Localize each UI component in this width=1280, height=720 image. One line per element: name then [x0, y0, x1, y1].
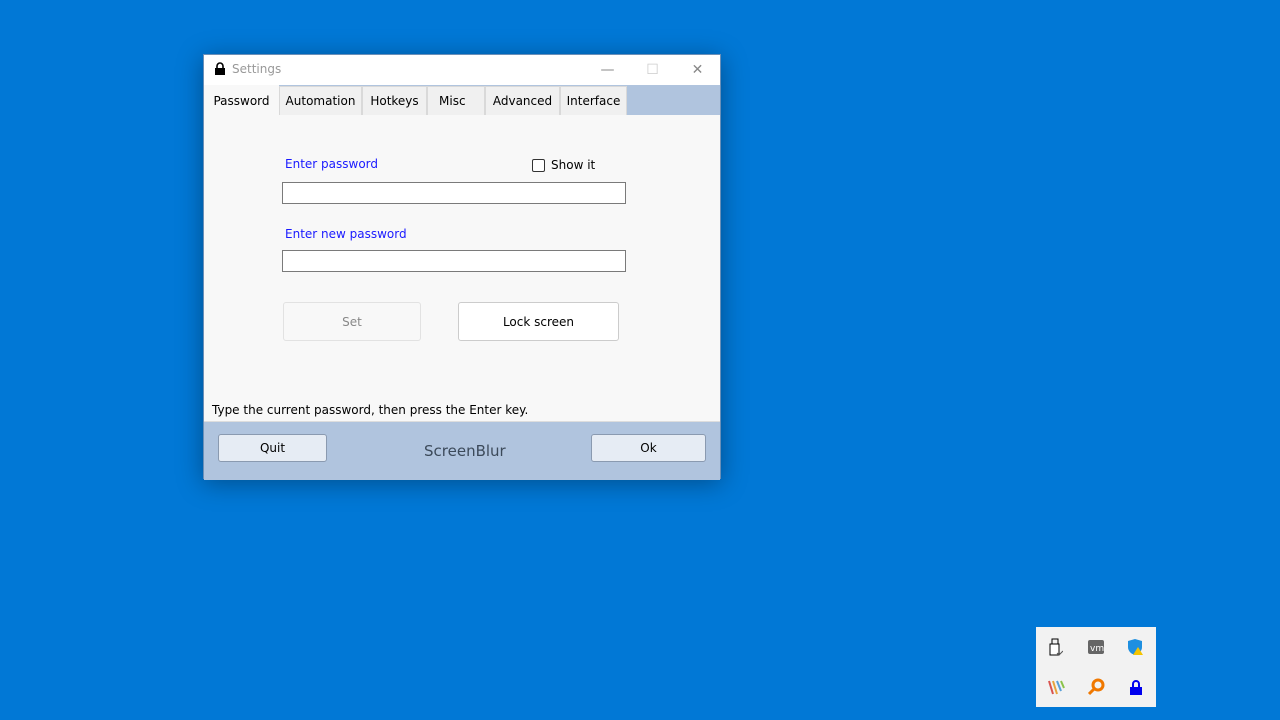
- minimize-button[interactable]: —: [585, 55, 630, 85]
- show-it-checkbox[interactable]: Show it: [532, 158, 595, 172]
- brand-label: ScreenBlur: [424, 442, 506, 460]
- checkbox-box[interactable]: [532, 158, 545, 172]
- show-it-label: Show it: [551, 158, 596, 172]
- tab-strip: Password Automation Hotkeys Misc Advance…: [204, 85, 720, 116]
- lock-icon: [215, 62, 225, 75]
- new-password-label: Enter new password: [285, 227, 407, 241]
- usb-drive-icon[interactable]: [1046, 637, 1066, 657]
- system-tray-overflow: vm: [1036, 627, 1156, 707]
- ok-button[interactable]: Ok: [591, 434, 706, 462]
- tab-misc[interactable]: Misc: [427, 86, 485, 115]
- colorful-stripes-icon[interactable]: [1046, 677, 1066, 697]
- defender-warning-icon[interactable]: [1126, 637, 1146, 657]
- password-input[interactable]: [282, 182, 626, 204]
- tab-interface[interactable]: Interface: [560, 86, 627, 115]
- tab-hotkeys[interactable]: Hotkeys: [362, 86, 427, 115]
- title-bar[interactable]: Settings — ☐ ✕: [204, 55, 720, 85]
- quit-button[interactable]: Quit: [218, 434, 327, 462]
- new-password-input[interactable]: [282, 250, 626, 272]
- tab-password[interactable]: Password: [204, 85, 279, 116]
- maximize-button[interactable]: ☐: [630, 55, 675, 85]
- close-button[interactable]: ✕: [675, 55, 720, 85]
- footer-bar: Quit ScreenBlur Ok: [204, 421, 720, 480]
- window-title: Settings: [232, 62, 282, 76]
- vmware-icon[interactable]: vm: [1086, 637, 1106, 657]
- tab-advanced[interactable]: Advanced: [485, 86, 560, 115]
- lock-screen-button[interactable]: Lock screen: [458, 302, 619, 341]
- lock-icon[interactable]: [1126, 677, 1146, 697]
- tab-automation[interactable]: Automation: [279, 86, 362, 115]
- enter-password-label: Enter password: [285, 157, 378, 171]
- set-button[interactable]: Set: [283, 302, 421, 341]
- hint-text: Type the current password, then press th…: [212, 403, 529, 417]
- search-key-icon[interactable]: [1086, 677, 1106, 697]
- settings-window: Settings — ☐ ✕ Password Automation Hotke…: [203, 54, 721, 480]
- svg-text:vm: vm: [1090, 644, 1104, 654]
